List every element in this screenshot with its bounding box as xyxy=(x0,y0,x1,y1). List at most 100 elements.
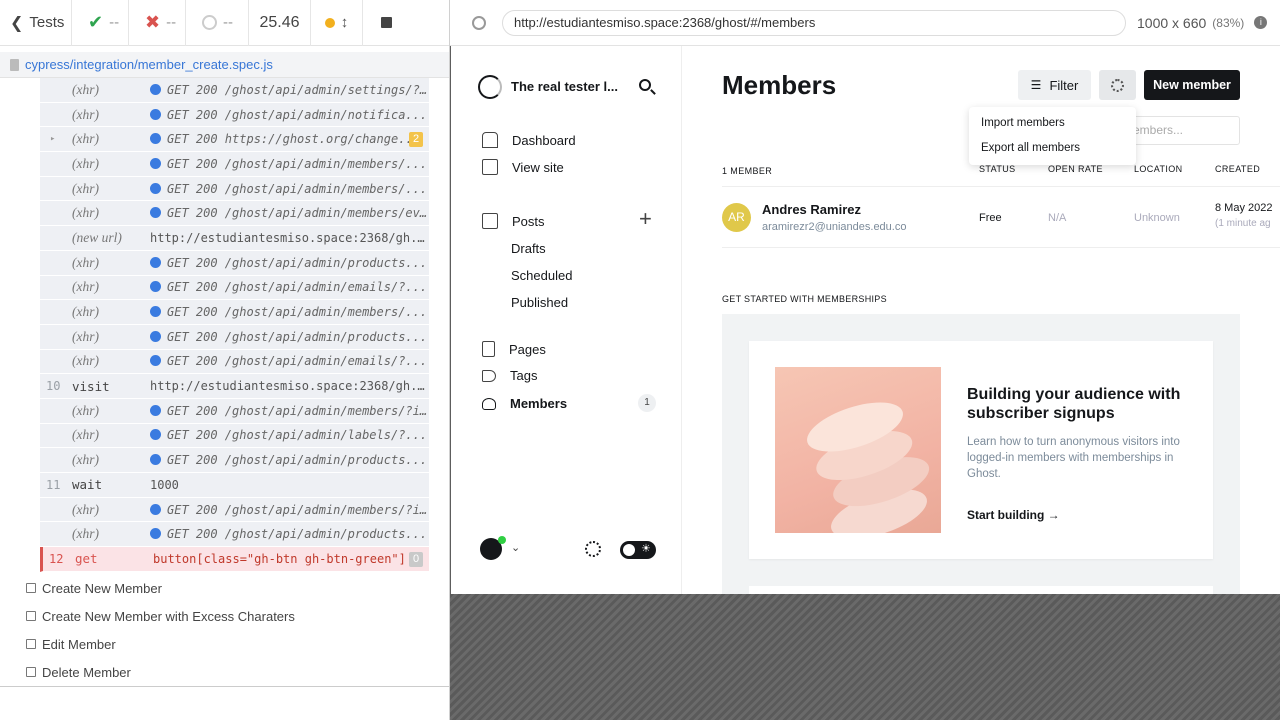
command-row[interactable]: (xhr) GET 200 /ghost/api/admin/labels/?..… xyxy=(40,423,429,449)
command-row[interactable]: (xhr) GET 200 /ghost/api/admin/members/?i… xyxy=(40,497,429,523)
filter-button[interactable]: ☰ Filter xyxy=(1018,70,1091,100)
nav-published[interactable]: Published xyxy=(511,295,568,310)
info-icon[interactable]: i xyxy=(1254,16,1268,29)
command-message: http://estudiantesmiso.space:2368/gh... xyxy=(150,379,429,393)
test-checkbox-icon xyxy=(26,639,36,649)
cypress-reporter: ❮ Tests ✔ -- ✖ -- -- 25.46 ↕ cypress/int… xyxy=(0,0,450,720)
test-item[interactable]: Create New Member with Excess Charaters xyxy=(26,602,446,630)
command-row[interactable]: (xhr) GET 200 /ghost/api/admin/products..… xyxy=(40,250,429,276)
memberships-panel: Building your audience with subscriber s… xyxy=(722,314,1240,594)
member-email: aramirezr2@uniandes.edu.co xyxy=(762,221,907,233)
site-logo xyxy=(478,75,502,99)
spec-path-link[interactable]: cypress/integration/member_create.spec.j… xyxy=(25,57,273,72)
url-input[interactable]: http://estudiantesmiso.space:2368/ghost/… xyxy=(502,9,1126,36)
command-row[interactable]: (xhr) GET 200 /ghost/api/admin/emails/?..… xyxy=(40,349,429,375)
command-message-text: GET 200 /ghost/api/admin/members/events/… xyxy=(167,206,429,221)
xhr-dot-icon xyxy=(150,182,161,194)
nav-view-site[interactable]: View site xyxy=(482,159,564,175)
command-row[interactable]: (xhr) GET 200 /ghost/api/admin/members/?i… xyxy=(40,398,429,424)
command-name: (xhr) xyxy=(72,180,99,196)
command-row[interactable]: (xhr) GET 200 /ghost/api/admin/members/ev… xyxy=(40,201,429,227)
xhr-dot-icon xyxy=(150,330,161,342)
command-message: GET 200 /ghost/api/admin/settings/?group… xyxy=(150,83,429,97)
member-status: Free xyxy=(979,212,1002,224)
viewport-size: 1000 x 660 xyxy=(1137,14,1207,31)
command-count-badge: 0 xyxy=(409,552,423,568)
card-illustration xyxy=(775,367,941,533)
command-row[interactable]: (xhr) GET 200 /ghost/api/admin/products..… xyxy=(40,522,429,548)
auto-scroll-toggle[interactable]: ↕ xyxy=(311,0,363,46)
xhr-dot-icon xyxy=(150,83,161,95)
card-text: Learn how to turn anonymous visitors int… xyxy=(967,436,1180,480)
command-row[interactable]: (xhr) GET 200 /ghost/api/admin/emails/?..… xyxy=(40,275,429,301)
file-icon xyxy=(10,58,19,71)
command-row[interactable]: 11 wait 1000 xyxy=(40,473,429,498)
command-row[interactable]: (xhr) GET 200 https://ghost.org/change...… xyxy=(40,127,429,153)
nav-tags[interactable]: Tags xyxy=(482,368,537,383)
test-item[interactable]: Create New Member xyxy=(26,574,446,602)
member-avatar: AR xyxy=(722,203,751,232)
command-message: GET 200 /ghost/api/admin/members/events/… xyxy=(150,206,429,220)
command-name: visit xyxy=(72,378,110,394)
command-row[interactable]: (xhr) GET 200 /ghost/api/admin/notifica..… xyxy=(40,102,429,128)
command-message-text: GET 200 /ghost/api/admin/emails/?... xyxy=(167,280,428,295)
command-row[interactable]: (new url) http://estudiantesmiso.space:23… xyxy=(40,226,429,251)
test-item[interactable]: Edit Member xyxy=(26,630,446,658)
back-to-tests-button[interactable]: ❮ Tests xyxy=(0,0,72,46)
command-row[interactable]: (xhr) GET 200 /ghost/api/admin/products..… xyxy=(40,448,429,473)
stop-button[interactable] xyxy=(363,0,409,46)
command-message: GET 200 /ghost/api/admin/products... xyxy=(150,453,429,467)
chevron-down-icon[interactable]: ⌄ xyxy=(511,541,520,554)
card-title: Building your audience with subscriber s… xyxy=(967,386,1181,422)
spec-path-bar: cypress/integration/member_create.spec.j… xyxy=(0,52,449,78)
import-members-item[interactable]: Import members xyxy=(981,117,1065,129)
site-title[interactable]: The real tester l... xyxy=(511,79,618,94)
nav-members[interactable]: Members xyxy=(482,396,567,411)
check-icon: ✔ xyxy=(88,12,104,32)
gear-icon xyxy=(1111,78,1124,92)
command-message-text: http://estudiantesmiso.space:2368/gh... xyxy=(150,379,429,394)
command-number: 10 xyxy=(46,379,61,394)
nav-drafts[interactable]: Drafts xyxy=(511,241,546,256)
header-location: LOCATION xyxy=(1134,164,1183,174)
command-row[interactable]: (xhr) GET 200 /ghost/api/admin/settings/?… xyxy=(40,78,429,103)
new-member-button[interactable]: New member xyxy=(1144,70,1240,100)
stop-icon xyxy=(380,17,392,28)
online-status-dot xyxy=(498,536,506,544)
nav-pages[interactable]: Pages xyxy=(482,341,546,357)
new-post-plus-icon[interactable]: + xyxy=(639,208,652,230)
settings-menu-button[interactable] xyxy=(1099,70,1136,100)
duration: 25.46 xyxy=(249,0,311,46)
nav-dashboard[interactable]: Dashboard xyxy=(482,132,576,148)
command-message-text: GET 200 /ghost/api/admin/settings/?group… xyxy=(167,82,429,97)
command-message: GET 200 /ghost/api/admin/members/?includ… xyxy=(150,404,429,418)
member-row[interactable]: AR Andres Ramirez aramirezr2@uniandes.ed… xyxy=(722,187,1280,248)
member-name: Andres Ramirez xyxy=(762,202,861,217)
command-message: GET 200 /ghost/api/admin/notifica... xyxy=(150,108,429,122)
search-icon[interactable] xyxy=(639,79,651,91)
header-open-rate: OPEN RATE xyxy=(1048,164,1103,174)
crosshair-icon[interactable] xyxy=(472,15,486,30)
command-message: GET 200 /ghost/api/admin/products... xyxy=(150,527,429,541)
command-message-text: GET 200 /ghost/api/admin/products... xyxy=(167,255,428,270)
command-row[interactable]: (xhr) GET 200 /ghost/api/admin/products..… xyxy=(40,324,429,350)
command-row[interactable]: (xhr) GET 200 /ghost/api/admin/members/..… xyxy=(40,152,429,177)
command-row[interactable]: (xhr) GET 200 /ghost/api/admin/members/..… xyxy=(40,300,429,325)
command-row[interactable]: 12 get button[class="gh-btn gh-btn-green"]… xyxy=(40,547,429,572)
nav-scheduled[interactable]: Scheduled xyxy=(511,268,572,283)
dark-mode-toggle[interactable]: ☀ xyxy=(620,541,656,559)
nav-posts[interactable]: Posts xyxy=(482,213,545,229)
test-item[interactable]: Delete Member xyxy=(26,658,446,686)
members-icon xyxy=(482,397,496,410)
command-message-text: button[class="gh-btn gh-btn-green"] xyxy=(153,551,406,566)
command-row[interactable]: (xhr) GET 200 /ghost/api/admin/members/..… xyxy=(40,176,429,202)
start-building-link[interactable]: Start building → xyxy=(967,508,1060,522)
expand-caret-icon[interactable]: ▸ xyxy=(50,134,55,144)
member-created: 8 May 2022 xyxy=(1215,202,1273,214)
command-message: 1000 xyxy=(150,478,429,492)
command-row[interactable]: 10 visit http://estudiantesmiso.space:2368… xyxy=(40,374,429,399)
command-name: (xhr) xyxy=(72,304,99,320)
export-members-item[interactable]: Export all members xyxy=(981,142,1080,154)
gear-icon[interactable] xyxy=(585,541,601,557)
x-icon: ✖ xyxy=(145,12,161,32)
